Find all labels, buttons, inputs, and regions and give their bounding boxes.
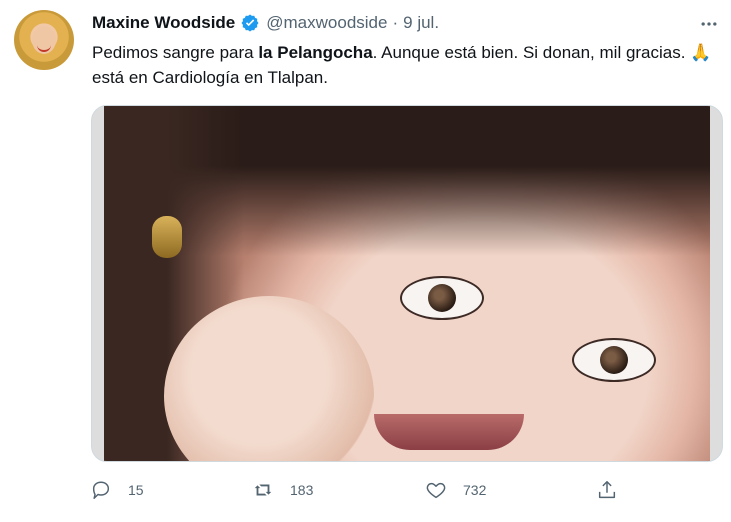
iris xyxy=(428,284,456,312)
tweet-text-part: Pedimos sangre para xyxy=(92,43,259,62)
iris xyxy=(600,346,628,374)
retweet-button[interactable]: 183 xyxy=(252,478,313,502)
avatar[interactable] xyxy=(14,10,74,70)
eye-right xyxy=(572,338,656,382)
author-display-name[interactable]: Maxine Woodside xyxy=(92,13,235,33)
more-dots-icon xyxy=(701,22,717,26)
share-button[interactable] xyxy=(596,478,618,502)
lips-shape xyxy=(374,414,524,450)
share-icon xyxy=(598,481,616,499)
more-options-icon[interactable] xyxy=(699,14,719,34)
retweet-icon xyxy=(254,484,272,496)
tweet-text-part: está en Cardiología en Tlalpan. xyxy=(92,68,328,87)
verified-badge-icon xyxy=(241,14,259,32)
tweet-text-bold: la Pelangocha xyxy=(258,43,373,62)
earring-shape xyxy=(152,216,182,258)
tweet-header: Maxine Woodside @maxwoodside · 9 jul. xyxy=(92,12,439,34)
tweet-text: Pedimos sangre para la Pelangocha. Aunqu… xyxy=(92,40,712,90)
tweet-date[interactable]: 9 jul. xyxy=(403,13,439,33)
tweet-media[interactable] xyxy=(91,105,723,462)
tweet-text-part: . Aunque está bien. Si donan, mil gracia… xyxy=(372,43,691,62)
author-handle[interactable]: @maxwoodside xyxy=(266,13,387,33)
like-icon xyxy=(426,482,446,499)
header-separator: · xyxy=(392,13,399,32)
tweet-actions: 15 183 732 xyxy=(90,478,730,502)
reply-button[interactable]: 15 xyxy=(90,478,144,502)
like-button[interactable]: 732 xyxy=(425,478,486,502)
like-count: 732 xyxy=(463,482,487,498)
retweet-count: 183 xyxy=(290,482,314,498)
praying-hands-emoji: 🙏 xyxy=(690,43,712,62)
portrait-photo xyxy=(104,106,710,461)
reply-count: 15 xyxy=(128,482,144,498)
reply-icon xyxy=(92,481,110,499)
eye-left xyxy=(400,276,484,320)
